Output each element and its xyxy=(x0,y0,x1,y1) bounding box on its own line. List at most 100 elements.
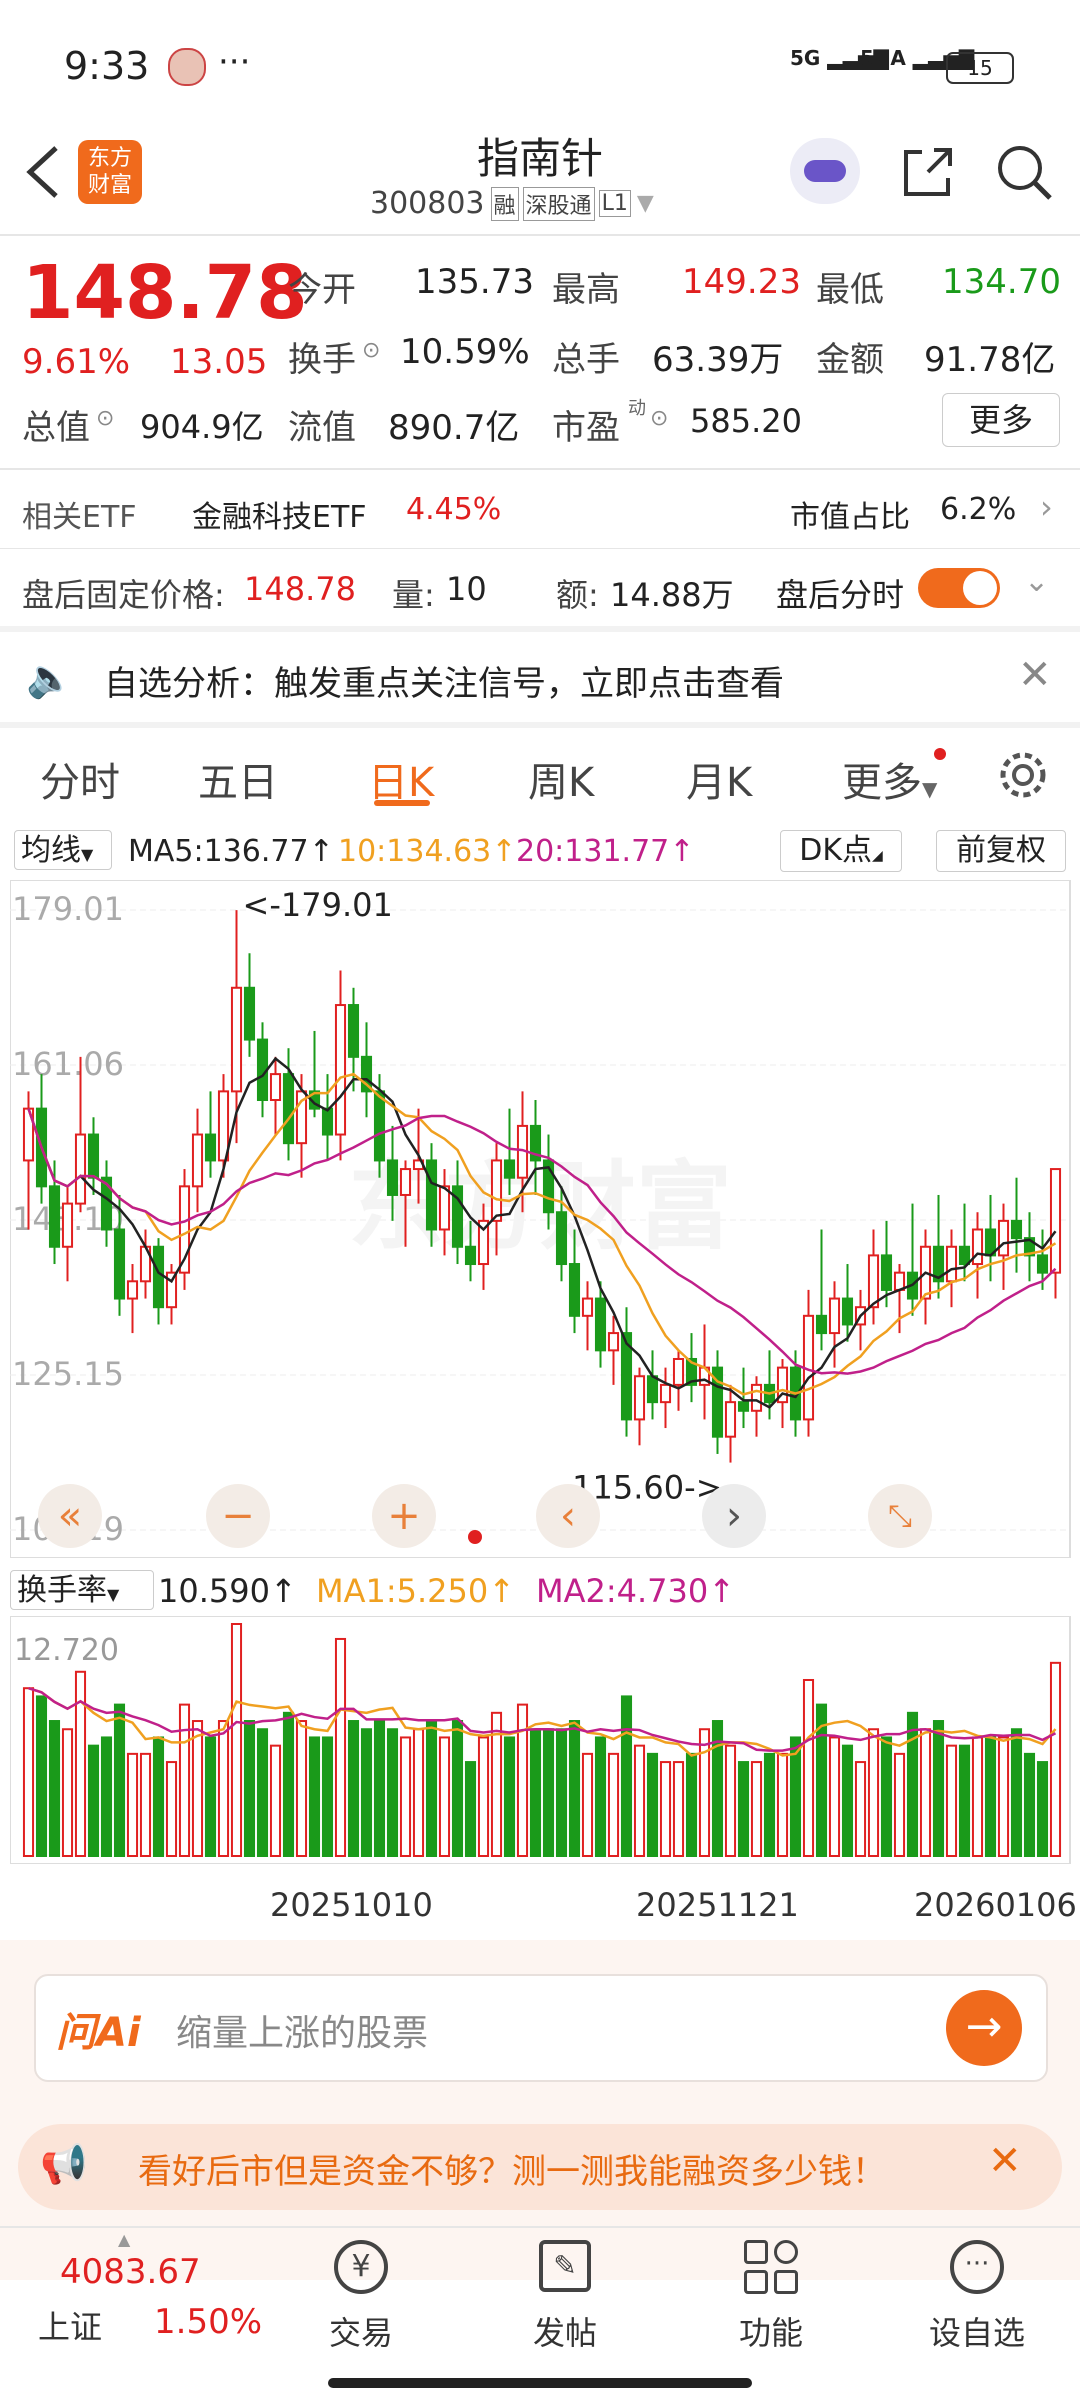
turnover-bar xyxy=(919,1728,932,1857)
turnover-select[interactable]: 换手率▼ xyxy=(10,1570,154,1610)
info-icon[interactable]: ⊙ xyxy=(96,406,114,431)
nav-trade[interactable]: ¥ 交易 xyxy=(296,2232,426,2362)
turnover-bar xyxy=(685,1752,698,1857)
turnover-bar xyxy=(984,1736,997,1857)
turnover-bar xyxy=(828,1736,841,1857)
etf-ratio: 6.2% xyxy=(940,492,1017,527)
chevron-down-icon[interactable]: ⌄ xyxy=(1024,564,1049,599)
turnover-bar xyxy=(178,1703,191,1858)
change-amount: 13.05 xyxy=(170,342,268,382)
home-indicator xyxy=(328,2378,752,2388)
fullscreen-icon[interactable]: ⤡ xyxy=(868,1484,932,1548)
zoom-in-icon[interactable]: + xyxy=(372,1484,436,1548)
zoom-out-icon[interactable]: − xyxy=(206,1484,270,1548)
candle-body xyxy=(646,1375,659,1404)
speaker-icon: 🔈 xyxy=(26,656,74,700)
nav-post[interactable]: ✎ 发帖 xyxy=(500,2232,630,2362)
info-icon[interactable]: ⊙ xyxy=(650,406,668,431)
promo-close-icon[interactable]: ✕ xyxy=(988,2138,1022,2184)
candle-body xyxy=(373,1090,386,1162)
ah-amt-label: 额: xyxy=(556,576,599,614)
turnover-bar xyxy=(516,1703,529,1858)
tab-more[interactable]: 更多▼ xyxy=(842,750,937,808)
amount-value: 91.78亿 xyxy=(924,340,1056,380)
rewind-icon[interactable]: « xyxy=(38,1484,102,1548)
candle-body xyxy=(87,1133,100,1179)
turnover-bar xyxy=(581,1752,594,1857)
turnover-bar xyxy=(412,1728,425,1857)
battery-icon: 15 xyxy=(946,52,1014,84)
more-button[interactable]: 更多 xyxy=(942,393,1060,447)
index-name: 上证 xyxy=(38,2308,103,2346)
more-dots-icon: ··· xyxy=(950,2240,1004,2294)
promo-banner[interactable]: 📢 看好后市但是资金不够？测一测我能融资多少钱！ ✕ xyxy=(18,2124,1062,2210)
prev-icon[interactable]: ‹ xyxy=(536,1484,600,1548)
info-icon[interactable]: ⊙ xyxy=(362,338,380,363)
robot-assistant-icon[interactable] xyxy=(790,138,860,204)
turnover-bar xyxy=(997,1736,1010,1857)
turnover-bar xyxy=(529,1728,542,1857)
notice-text: 自选分析：触发重点关注信号，立即点击查看 xyxy=(104,664,784,704)
tab-five-day[interactable]: 五日 xyxy=(198,750,278,808)
nav-watchlist-label: 设自选 xyxy=(928,2314,1025,2352)
adjust-button[interactable]: 前复权 xyxy=(936,830,1066,872)
nav-watchlist[interactable]: ··· 设自选 xyxy=(912,2232,1042,2362)
section-gap xyxy=(0,626,1080,632)
ask-ai-input[interactable]: 缩量上涨的股票 xyxy=(176,2004,428,2056)
candlestick-chart[interactable]: 179.01161.06143.10125.15107.19 东方财富 <-17… xyxy=(10,880,1080,1558)
turnover-bar xyxy=(22,1687,35,1857)
candle-body xyxy=(1049,1168,1062,1274)
candle-body xyxy=(126,1280,139,1300)
turnover-bar xyxy=(503,1736,516,1857)
next-icon[interactable]: › xyxy=(702,1484,766,1548)
etf-pct: 4.45% xyxy=(406,492,502,527)
turnover-bar xyxy=(737,1761,750,1857)
turnover-bar xyxy=(867,1728,880,1857)
turnover-value: 10.59% xyxy=(400,332,530,372)
volume-label: 总手 xyxy=(552,340,620,380)
ma-select[interactable]: 均线▼ xyxy=(14,830,112,870)
turnover-bar xyxy=(295,1720,308,1857)
close-icon[interactable]: ✕ xyxy=(1018,652,1052,698)
candle-body xyxy=(321,1107,334,1136)
send-arrow-icon[interactable]: → xyxy=(946,1990,1022,2066)
ma5-value: MA5:136.77↑ xyxy=(128,834,334,869)
nav-function[interactable]: 功能 xyxy=(706,2232,836,2362)
turnover-bar xyxy=(360,1728,373,1857)
candle-body xyxy=(958,1245,971,1266)
ah-qty-label: 量: xyxy=(392,576,435,614)
tab-intraday[interactable]: 分时 xyxy=(40,750,120,808)
ask-ai-bar[interactable]: 问Ai 缩量上涨的股票 → xyxy=(34,1974,1048,2082)
ma10-text: 10:134.63 xyxy=(338,834,492,869)
stock-code-row[interactable]: 300803 融 深股通 L1 ▼ xyxy=(370,186,654,221)
ah-qty: 10 xyxy=(446,570,487,608)
gear-icon[interactable] xyxy=(996,748,1050,802)
ah-amt: 14.88万 xyxy=(610,576,734,614)
index-widget[interactable]: ▲ 4083.67 上证 1.50% xyxy=(0,2230,290,2400)
etf-row[interactable]: 相关ETF 金融科技ETF 4.45% 市值占比 6.2% › xyxy=(0,470,1080,548)
candle-body xyxy=(503,1159,516,1179)
pe-superscript: 动 xyxy=(628,398,646,419)
turnover-bar xyxy=(282,1711,295,1857)
etf-ratio-label: 市值占比 xyxy=(790,500,910,535)
mktcap-value: 904.9亿 xyxy=(140,408,264,446)
after-hours-toggle[interactable] xyxy=(918,568,1000,608)
turnover-bar xyxy=(373,1720,386,1857)
tab-monthly-k[interactable]: 月K xyxy=(686,750,752,808)
chevron-right-icon: › xyxy=(1040,488,1053,526)
tag-connect: 深股通 xyxy=(522,186,595,221)
x-axis: 20251010 20251121 20260106 xyxy=(10,1866,1077,1926)
turnover-bar xyxy=(425,1720,438,1857)
tab-weekly-k[interactable]: 周K xyxy=(528,750,594,808)
nav-post-label: 发帖 xyxy=(532,2314,597,2352)
share-icon[interactable] xyxy=(898,142,958,202)
turnover-bar xyxy=(308,1736,321,1857)
notice-banner[interactable]: 🔈 自选分析：触发重点关注信号，立即点击查看 ✕ xyxy=(0,634,1080,722)
turnover-bar xyxy=(451,1720,464,1857)
search-icon[interactable] xyxy=(994,142,1054,202)
dk-point-button[interactable]: DK点◢ xyxy=(780,830,902,872)
turnover-chart[interactable]: 12.720 xyxy=(10,1616,1080,1864)
candle-body xyxy=(737,1401,750,1412)
tag-level: L1 xyxy=(598,190,631,217)
float-value: 890.7亿 xyxy=(388,408,520,448)
